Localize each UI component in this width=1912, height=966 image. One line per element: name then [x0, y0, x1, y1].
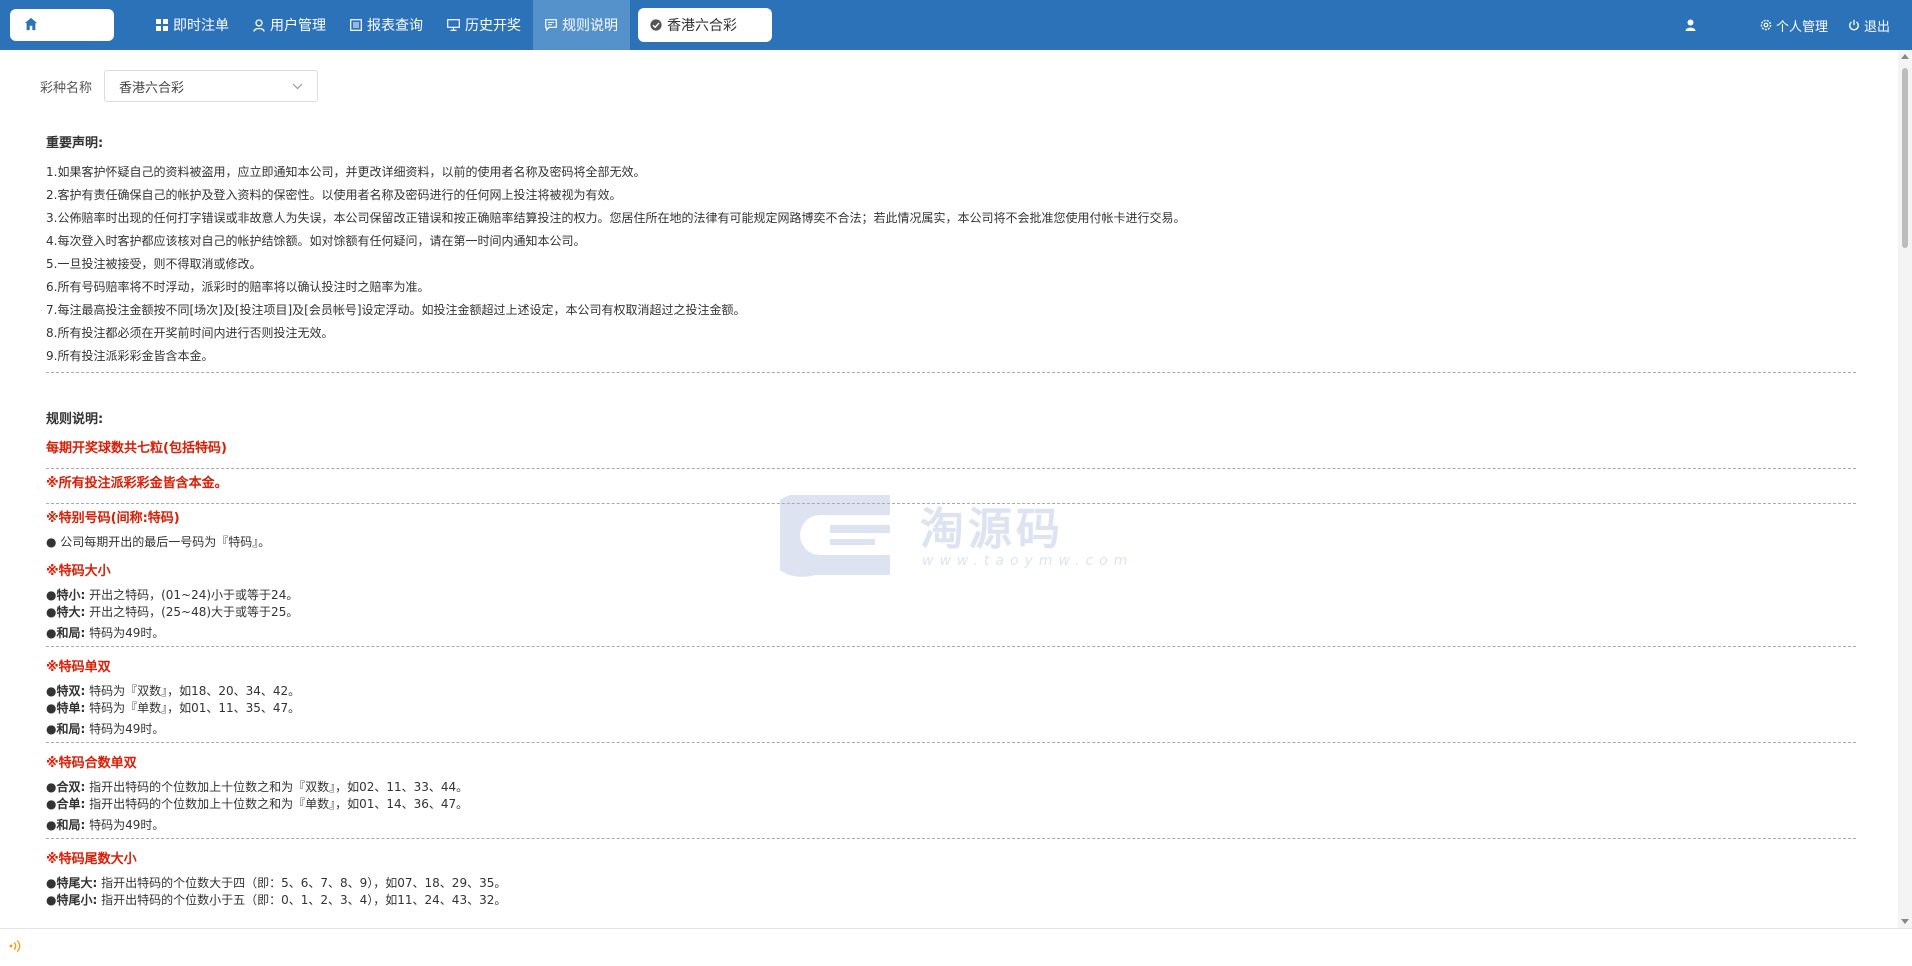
- lottery-select[interactable]: 香港六合彩: [104, 70, 319, 102]
- notice-line: 6.所有号码赔率将不时浮动，派彩时的赔率将以确认投注时之赔率为准。: [46, 280, 430, 294]
- profile-management-button[interactable]: 个人管理: [1760, 16, 1828, 35]
- content-scrollbar[interactable]: [1898, 50, 1912, 928]
- scrollbar-thumb[interactable]: [1902, 68, 1908, 248]
- rule-tail-size: ※特码尾数大小 ●特尾大: 指开出特码的个位数大于四（即：5、6、7、8、9），…: [46, 845, 1856, 909]
- rule-line: ●和局: 特码为49时。: [46, 818, 165, 832]
- rule-special-size: ※特码大小 ●特小: 开出之特码，(01~24)小于或等于24。 ●特大: 开出…: [46, 557, 1856, 647]
- rule-heading: ※所有投注派彩彩金皆含本金。: [46, 476, 228, 491]
- gear-icon: [1760, 19, 1772, 31]
- rule-heading: ※特码尾数大小: [46, 852, 137, 867]
- rule-line: ●特尾大: 指开出特码的个位数大于四（即：5、6、7、8、9），如07、18、2…: [46, 876, 507, 890]
- notice-line: 4.每次登入时客护都应该核对自己的帐护结馀额。如对馀额有任何疑问，请在第一时间内…: [46, 234, 586, 248]
- rules-intro-balls: 每期开奖球数共七粒(包括特码): [46, 434, 1856, 469]
- selected-game-tab[interactable]: 香港六合彩: [638, 8, 772, 42]
- logout-label: 退出: [1863, 19, 1890, 35]
- nav-item-label: 报表查询: [367, 18, 423, 34]
- notice-line: 1.如果客护怀疑自己的资料被盗用，应立即通知本公司，并更改详细资料，以前的使用者…: [46, 165, 646, 179]
- nav-item-label: 用户管理: [270, 18, 326, 34]
- speaker-icon[interactable]: [8, 938, 22, 957]
- notice-line: 9.所有投注派彩彩金皆含本金。: [46, 349, 214, 363]
- notice-line: 2.客护有责任确保自己的帐护及登入资料的保密性。以使用者名称及密码进行的任何网上…: [46, 188, 622, 202]
- rule-line: ● 公司每期开出的最后一号码为『特码』。: [46, 535, 271, 549]
- rule-line: ●合双: 指开出特码的个位数加上十位数之和为『双数』，如02、11、33、44。: [46, 780, 469, 794]
- lottery-filter-label: 彩种名称: [40, 80, 93, 96]
- main-nav: 即时注单 用户管理 报表查询 历史开奖 规则说明 香港六合彩: [144, 0, 772, 50]
- top-navigation-bar: 即时注单 用户管理 报表查询 历史开奖 规则说明 香港六合彩 个人管理 退出: [0, 0, 1912, 50]
- rule-heading: ※特码单双: [46, 660, 111, 675]
- power-icon: [1848, 19, 1860, 31]
- report-icon: [350, 19, 362, 31]
- rule-line: ●特单: 特码为『单数』，如01、11、35、47。: [46, 701, 301, 715]
- nav-item-label: 规则说明: [562, 18, 618, 34]
- chevron-down-icon: [292, 79, 303, 94]
- rule-line: ●特双: 特码为『双数』，如18、20、34、42。: [46, 684, 301, 698]
- logout-button[interactable]: 退出: [1848, 16, 1890, 35]
- rule-heading: ※特码合数单双: [46, 756, 137, 771]
- notice-line: 7.每注最高投注金额按不同[场次]及[投注项目]及[会员帐号]设定浮动。如投注金…: [46, 303, 746, 317]
- rule-line: ●特尾小: 指开出特码的个位数小于五（即：0、1、2、3、4），如11、24、4…: [46, 893, 507, 907]
- notice-line: 3.公佈赔率时出现的任何打字错误或非故意人为失误，本公司保留改正错误和按正确赔率…: [46, 211, 1186, 225]
- rule-line: ●特小: 开出之特码，(01~24)小于或等于24。: [46, 588, 299, 602]
- rule-heading: ※特码大小: [46, 564, 111, 579]
- nav-item-live-bets[interactable]: 即时注单: [144, 0, 241, 50]
- notice-line: 5.一旦投注被接受，则不得取消或修改。: [46, 257, 262, 271]
- rule-line: ●和局: 特码为49时。: [46, 722, 165, 736]
- rule-sum-odd-even: ※特码合数单双 ●合双: 指开出特码的个位数加上十位数之和为『双数』，如02、1…: [46, 749, 1856, 839]
- rules-section: 规则说明: 每期开奖球数共七粒(包括特码) ※所有投注派彩彩金皆含本金。 ※特别…: [46, 406, 1856, 909]
- rule-line: ●和局: 特码为49时。: [46, 626, 165, 640]
- nav-item-reports[interactable]: 报表查询: [338, 0, 435, 50]
- user-avatar-button[interactable]: [1685, 19, 1700, 31]
- message-icon: [545, 19, 557, 31]
- home-icon: [24, 16, 38, 35]
- rule-special-odd-even: ※特码单双 ●特双: 特码为『双数』，如18、20、34、42。 ●特单: 特码…: [46, 653, 1856, 743]
- scroll-down-arrow-icon[interactable]: [1901, 919, 1909, 924]
- grid-icon: [156, 19, 168, 31]
- rules-content: 彩种名称 香港六合彩 重要声明: 1.如果客护怀疑自己的资料被盗用，应立即通知本…: [0, 50, 1898, 928]
- nav-item-label: 即时注单: [173, 18, 229, 34]
- topbar-actions: 个人管理 退出: [1665, 16, 1912, 35]
- rule-special-number: ※特别号码(间称:特码) ● 公司每期开出的最后一号码为『特码』。: [46, 504, 1856, 557]
- rules-intro-principal: ※所有投注派彩彩金皆含本金。: [46, 469, 1856, 504]
- profile-management-label: 个人管理: [1775, 19, 1828, 35]
- user-icon: [253, 18, 265, 32]
- user-icon: [1685, 19, 1696, 31]
- rule-heading: 每期开奖球数共七粒(包括特码): [46, 441, 227, 456]
- notice-title: 重要声明:: [46, 136, 104, 151]
- bottom-status-bar: [0, 928, 1912, 966]
- lottery-filter: 彩种名称 香港六合彩: [40, 70, 319, 102]
- rule-line: ●特大: 开出之特码，(25~48)大于或等于25。: [46, 605, 299, 619]
- notice-line: 8.所有投注都必须在开奖前时间内进行否则投注无效。: [46, 326, 334, 340]
- home-button[interactable]: [10, 9, 114, 41]
- rules-title: 规则说明:: [46, 412, 104, 427]
- divider: [46, 372, 1856, 373]
- nav-item-user-management[interactable]: 用户管理: [241, 0, 338, 50]
- selected-game-label: 香港六合彩: [667, 18, 737, 34]
- nav-item-rules[interactable]: 规则说明: [533, 0, 630, 50]
- rule-heading: ※特别号码(间称:特码): [46, 511, 180, 526]
- check-circle-icon: [650, 19, 662, 31]
- monitor-icon: [447, 19, 460, 31]
- nav-item-label: 历史开奖: [465, 18, 521, 34]
- lottery-select-value: 香港六合彩: [119, 80, 185, 96]
- rule-line: ●合单: 指开出特码的个位数加上十位数之和为『单数』，如01、14、36、47。: [46, 797, 469, 811]
- scroll-up-arrow-icon[interactable]: [1901, 54, 1909, 59]
- nav-item-history[interactable]: 历史开奖: [435, 0, 533, 50]
- important-notice: 重要声明: 1.如果客护怀疑自己的资料被盗用，应立即通知本公司，并更改详细资料，…: [46, 132, 1856, 373]
